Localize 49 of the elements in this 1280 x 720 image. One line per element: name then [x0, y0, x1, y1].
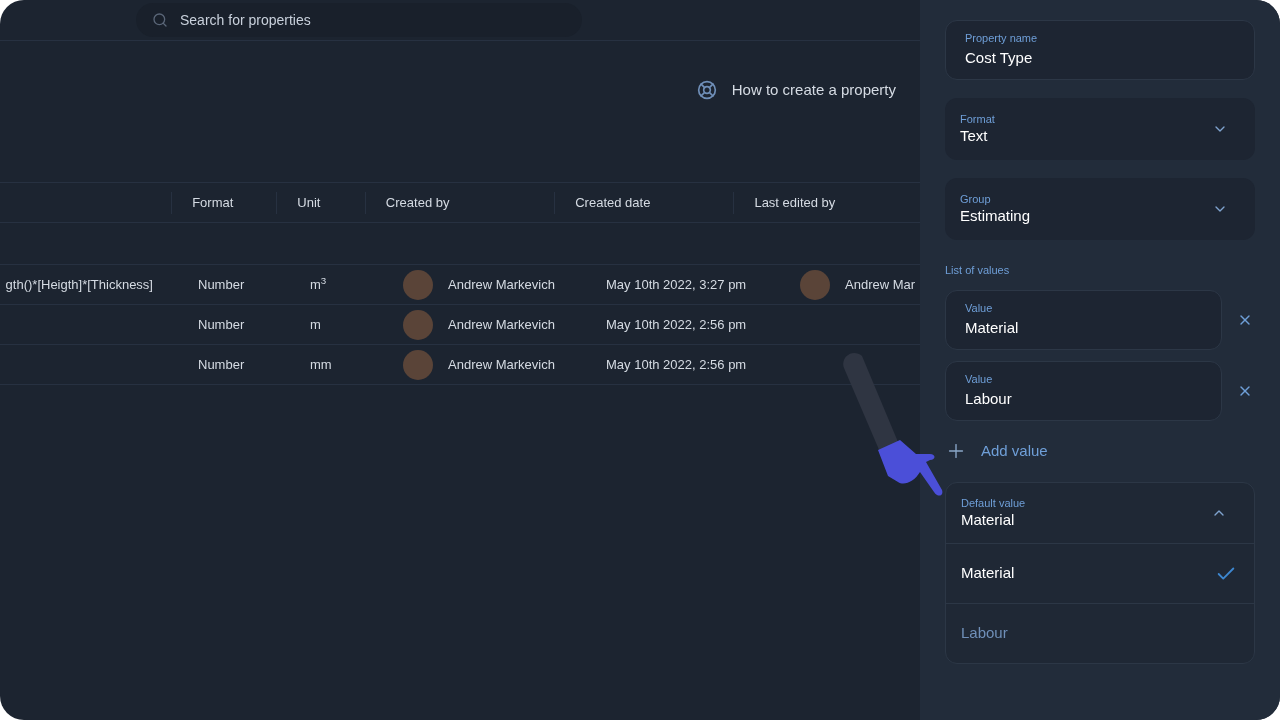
add-value-button[interactable]: Add value — [945, 439, 1048, 462]
table-cell: m$^{3}$ — [310, 276, 327, 292]
table-cell-text: Andrew Markevich — [448, 275, 555, 294]
search-field[interactable]: Search for properties — [136, 3, 582, 37]
value-field[interactable]: Value Material — [945, 289, 1222, 350]
avatar — [403, 309, 433, 340]
table-cell: May 10th 2022, 2:56 pm — [606, 316, 747, 332]
table-cell: May 10th 2022, 2:56 pm — [606, 356, 747, 372]
value-field[interactable]: Value Labour — [945, 360, 1222, 421]
table-cell-text: gth()*[Heigth]*[Thickness] — [5, 275, 153, 294]
avatar — [403, 349, 433, 380]
search-icon — [152, 12, 168, 28]
field-value: Estimating — [960, 206, 1031, 226]
table-cell: Number — [198, 356, 245, 372]
field-value: Text — [960, 126, 989, 146]
table-cell: Number — [198, 276, 245, 292]
default-value-select[interactable]: Default value Material — [946, 483, 1254, 543]
avatar — [403, 269, 433, 300]
lifebuoy-icon — [696, 80, 717, 100]
table-cell: May 10th 2022, 3:27 pm — [606, 276, 747, 292]
table-cell-text: Andrew Markevich — [448, 315, 555, 334]
select-field[interactable]: Group Estimating — [945, 178, 1255, 240]
column-header: Created date — [575, 193, 651, 212]
table-cell-text: Andrew Mar — [845, 275, 916, 294]
table-cell: mm — [310, 356, 332, 372]
field-value: Cost Type — [965, 49, 1034, 68]
avatar — [800, 269, 830, 300]
field-label: Format — [960, 112, 995, 127]
field-value: Material — [961, 510, 1016, 530]
field-value: Labour — [965, 389, 1013, 409]
select-field[interactable]: Format Text — [945, 98, 1255, 160]
section-title: List of values — [945, 263, 1011, 278]
dropdown-option[interactable]: Material — [946, 543, 1254, 603]
field-value: Material — [965, 318, 1020, 338]
text-field[interactable]: Property name Cost Type — [945, 20, 1255, 80]
field-label: Group — [960, 192, 992, 207]
column-header: Format — [192, 193, 234, 212]
table-cell: Number — [198, 316, 245, 332]
dropdown-option[interactable]: Labour — [946, 603, 1254, 663]
field-label: Value — [965, 372, 994, 387]
table-cell-text: Andrew Markevich — [448, 355, 555, 374]
column-header: Created by — [385, 193, 450, 212]
field-label: Value — [965, 301, 994, 316]
help-link[interactable]: How to create a property — [696, 79, 896, 101]
field-label: Property name — [965, 32, 1039, 46]
table-cell: m — [310, 316, 321, 332]
field-label: Default value — [961, 496, 1026, 511]
column-header: Unit — [297, 193, 321, 212]
column-header: Last edited by — [754, 193, 836, 212]
